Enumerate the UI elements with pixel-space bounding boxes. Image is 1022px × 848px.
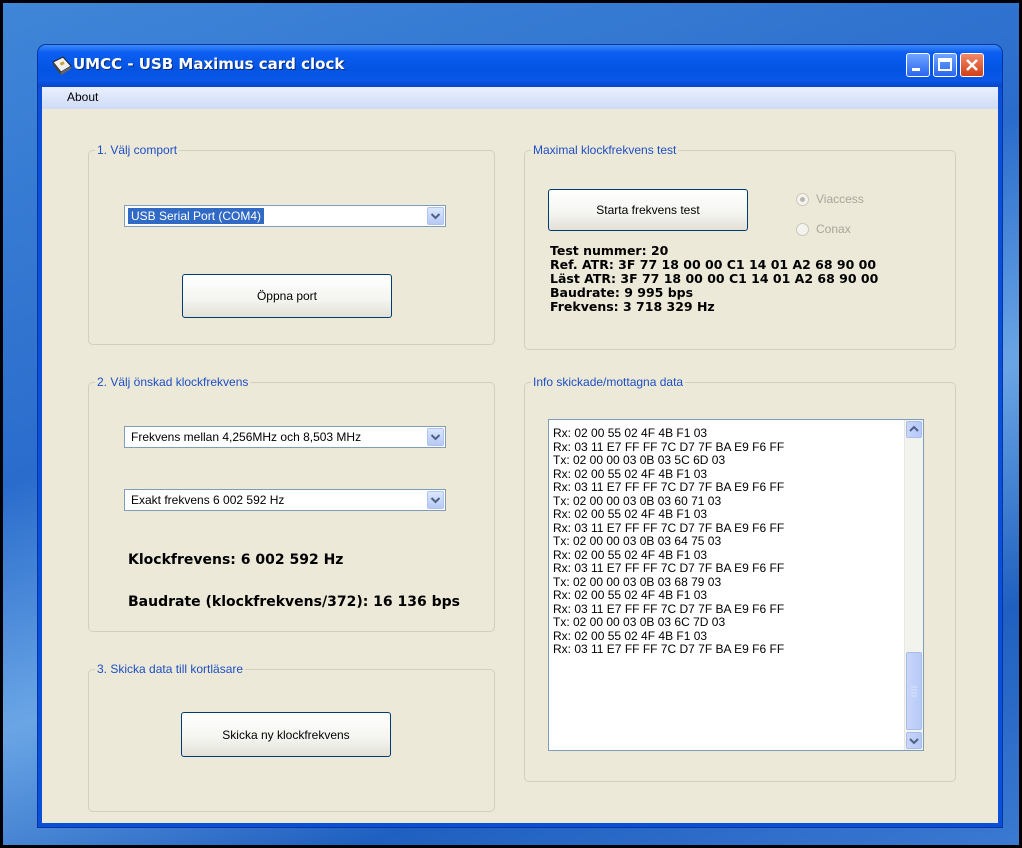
- chevron-down-icon: [909, 738, 919, 745]
- menu-bar: About: [42, 87, 998, 109]
- data-log-lines: Rx: 02 00 55 02 4F 4B F1 03 Rx: 03 11 E7…: [553, 426, 785, 657]
- list-item: Rx: 03 11 E7 FF FF 7C D7 7F BA E9 F6 FF: [553, 561, 785, 575]
- scroll-up-button[interactable]: [906, 421, 922, 438]
- send-legend: 3. Skicka data till kortläsare: [97, 662, 244, 676]
- radio-conax-dot: [796, 223, 809, 236]
- frequency-test-legend: Maximal klockfrekvens test: [533, 143, 677, 157]
- close-icon: [966, 59, 978, 71]
- start-test-button[interactable]: Starta frekvens test: [548, 189, 748, 231]
- list-item: Rx: 02 00 55 02 4F 4B F1 03: [553, 588, 708, 602]
- radio-conax-label: Conax: [816, 222, 851, 236]
- frequency-range-select[interactable]: Frekvens mellan 4,256MHz och 8,503 MHz: [124, 426, 446, 448]
- card-chip-icon: [52, 56, 72, 75]
- chevron-down-icon[interactable]: [427, 428, 444, 446]
- test-result-line: Test nummer: 20: [550, 243, 669, 258]
- list-item: Tx: 02 00 00 03 0B 03 5C 6D 03: [553, 453, 726, 467]
- clock-frequency-label: Klockfrevens: 6 002 592 Hz: [128, 552, 344, 568]
- minimize-button[interactable]: [906, 53, 930, 77]
- radio-viaccess-dot: [796, 193, 809, 206]
- scroll-thumb[interactable]: [906, 652, 922, 730]
- comport-selected-value: USB Serial Port (COM4): [128, 208, 265, 224]
- exact-frequency-value: Exakt frekvens 6 002 592 Hz: [131, 493, 285, 507]
- close-button[interactable]: [960, 53, 984, 77]
- list-item: Tx: 02 00 00 03 0B 03 64 75 03: [553, 534, 722, 548]
- test-result-line: Läst ATR: 3F 77 18 00 00 C1 14 01 A2 68 …: [550, 271, 879, 286]
- list-item: Rx: 02 00 55 02 4F 4B F1 03: [553, 466, 708, 481]
- frequency-range-value: Frekvens mellan 4,256MHz och 8,503 MHz: [131, 430, 362, 444]
- comport-legend: 1. Välj comport: [97, 143, 178, 157]
- radio-viaccess-label: Viaccess: [816, 192, 864, 206]
- chevron-up-icon: [909, 425, 919, 432]
- maximize-icon: [938, 58, 952, 71]
- chevron-down-icon[interactable]: [427, 207, 444, 225]
- list-item: Tx: 02 00 00 03 0B 03 6C 7D 03: [553, 615, 726, 629]
- baudrate-label: Baudrate (klockfrekvens/372): 16 136 bps: [128, 594, 461, 610]
- exact-frequency-select[interactable]: Exakt frekvens 6 002 592 Hz: [124, 489, 446, 511]
- vertical-scrollbar[interactable]: [904, 420, 923, 750]
- list-item: Rx: 02 00 55 02 4F 4B F1 03: [553, 628, 708, 643]
- list-item: Rx: 03 11 E7 FF FF 7C D7 7F BA E9 F6 FF: [553, 480, 785, 494]
- list-item: Rx: 02 00 55 02 4F 4B F1 03: [553, 426, 708, 440]
- list-item: Rx: 02 00 55 02 4F 4B F1 03: [553, 547, 708, 562]
- test-result-line: Ref. ATR: 3F 77 18 00 00 C1 14 01 A2 68 …: [550, 257, 877, 272]
- test-results: Test nummer: 20 Ref. ATR: 3F 77 18 00 00…: [550, 244, 878, 314]
- list-item: Rx: 03 11 E7 FF FF 7C D7 7F BA E9 F6 FF: [553, 520, 785, 535]
- title-bar[interactable]: UMCC - USB Maximus card clock: [38, 45, 1002, 87]
- list-item: Rx: 02 00 55 02 4F 4B F1 03: [553, 507, 708, 521]
- open-port-button[interactable]: Öppna port: [182, 274, 392, 318]
- list-item: Rx: 03 11 E7 FF FF 7C D7 7F BA E9 F6 FF: [553, 439, 785, 454]
- info-legend: Info skickade/mottagna data: [533, 375, 684, 389]
- list-item: Rx: 03 11 E7 FF FF 7C D7 7F BA E9 F6 FF: [553, 601, 785, 616]
- test-result-line: Baudrate: 9 995 bps: [550, 285, 694, 300]
- frequency-legend: 2. Välj önskad klockfrekvens: [97, 375, 249, 389]
- scroll-down-button[interactable]: [906, 732, 922, 749]
- list-item: Rx: 03 11 E7 FF FF 7C D7 7F BA E9 F6 FF: [553, 642, 785, 656]
- menu-about[interactable]: About: [67, 90, 98, 104]
- chevron-down-icon[interactable]: [427, 491, 444, 509]
- list-item: Tx: 02 00 00 03 0B 03 68 79 03: [553, 574, 722, 589]
- send-frequency-button[interactable]: Skicka ny klockfrekvens: [181, 712, 391, 757]
- maximize-button[interactable]: [933, 53, 957, 77]
- comport-select[interactable]: USB Serial Port (COM4): [124, 205, 446, 227]
- grip-icon: [911, 686, 917, 697]
- list-item: Tx: 02 00 00 03 0B 03 60 71 03: [553, 493, 722, 508]
- window-title: UMCC - USB Maximus card clock: [73, 55, 345, 73]
- test-result-line: Frekvens: 3 718 329 Hz: [550, 299, 715, 314]
- minimize-icon: [912, 68, 920, 71]
- data-log-list[interactable]: Rx: 02 00 55 02 4F 4B F1 03 Rx: 03 11 E7…: [548, 419, 924, 751]
